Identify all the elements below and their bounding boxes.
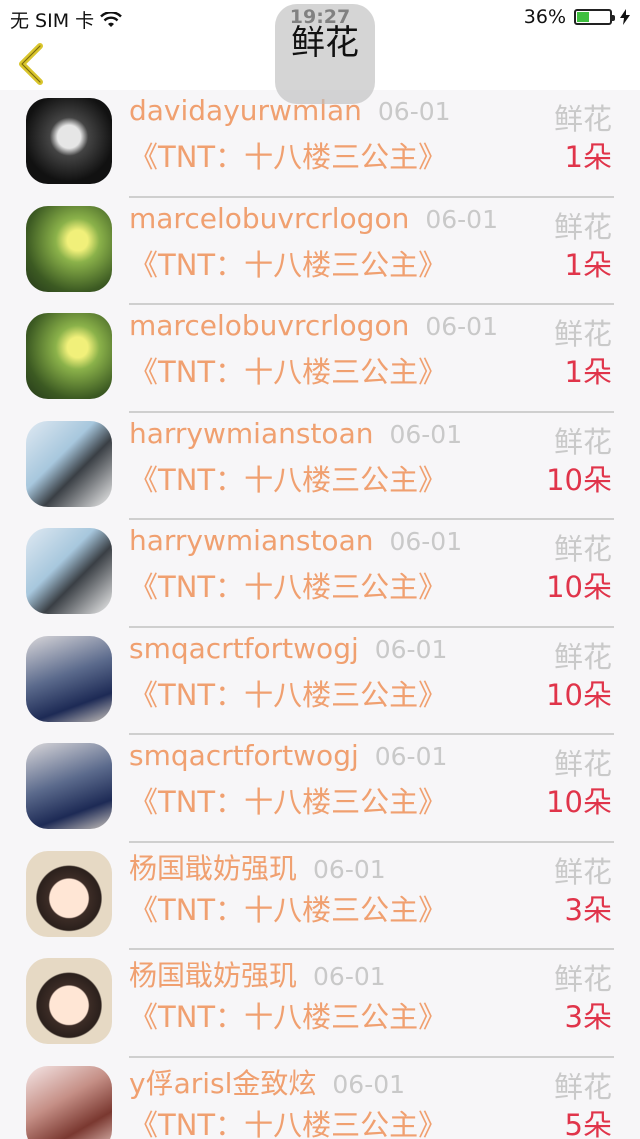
back-button[interactable] — [12, 42, 56, 86]
list-item[interactable]: 杨国戢妨强玑 06-01 《TNT：十八楼三公主》 鲜花 3朵 — [0, 843, 640, 950]
date-label: 06-01 — [377, 97, 451, 126]
book-title: 《TNT：十八楼三公主》 — [129, 892, 448, 927]
gift-type-label: 鲜花 — [553, 1069, 612, 1104]
gift-type-label: 鲜花 — [553, 854, 612, 889]
list-item[interactable]: harrywmianstoan 06-01 《TNT：十八楼三公主》 鲜花 10朵 — [0, 520, 640, 628]
gift-type-label: 鲜花 — [553, 532, 612, 566]
book-title: 《TNT：十八楼三公主》 — [129, 140, 448, 174]
chevron-left-icon — [19, 43, 43, 85]
date-label: 06-01 — [374, 742, 448, 771]
name-line: 杨国戢妨强玑 06-01 — [129, 954, 386, 994]
avatar[interactable] — [26, 1065, 112, 1139]
charging-icon — [620, 9, 630, 25]
status-right: 36% — [524, 6, 630, 28]
name-line: smqacrtfortwogj 06-01 — [129, 632, 447, 665]
gift-type-label: 鲜花 — [553, 962, 612, 996]
book-title: 《TNT：十八楼三公主》 — [129, 247, 448, 282]
date-label: 06-01 — [313, 962, 386, 991]
list-item[interactable]: smqacrtfortwogj 06-01 《TNT：十八楼三公主》 鲜花 10朵 — [0, 735, 640, 843]
username: harrywmianstoan — [129, 524, 374, 557]
date-label: 06-01 — [332, 1069, 406, 1099]
date-label: 06-01 — [425, 312, 498, 341]
book-title: 《TNT：十八楼三公主》 — [129, 570, 448, 604]
avatar[interactable] — [26, 528, 112, 614]
date-label: 06-01 — [389, 419, 463, 449]
gift-list[interactable]: davidayurwmlan 06-01 《TNT：十八楼三公主》 鲜花 1朵 m… — [0, 90, 640, 1139]
list-item[interactable]: davidayurwmlan 06-01 《TNT：十八楼三公主》 鲜花 1朵 — [0, 90, 640, 198]
avatar[interactable] — [26, 958, 112, 1044]
page-title: 鲜花 — [291, 22, 359, 63]
book-title: 《TNT：十八楼三公主》 — [129, 785, 448, 819]
name-line: marcelobuvrcrlogon 06-01 — [129, 202, 498, 235]
avatar[interactable] — [26, 743, 112, 829]
page-title-bubble: 鲜花 — [275, 4, 375, 104]
gift-count: 10朵 — [546, 785, 612, 819]
book-title: 《TNT：十八楼三公主》 — [129, 1000, 448, 1034]
date-label: 06-01 — [425, 204, 498, 234]
date-label: 06-01 — [374, 634, 448, 664]
gift-count: 1朵 — [564, 140, 612, 174]
book-title: 《TNT：十八楼三公主》 — [129, 677, 448, 712]
gift-count: 1朵 — [564, 247, 612, 282]
username: marcelobuvrcrlogon — [129, 309, 410, 342]
gift-count: 1朵 — [564, 355, 612, 389]
username: smqacrtfortwogj — [129, 631, 359, 665]
list-item[interactable]: 杨国戢妨强玑 06-01 《TNT：十八楼三公主》 鲜花 3朵 — [0, 950, 640, 1058]
avatar[interactable] — [26, 420, 112, 507]
date-label: 06-01 — [313, 854, 386, 884]
gift-type-label: 鲜花 — [553, 424, 612, 459]
battery-percent: 36% — [523, 6, 566, 28]
gift-count: 5朵 — [564, 1107, 612, 1139]
book-title: 《TNT：十八楼三公主》 — [129, 462, 448, 497]
gift-type-label: 鲜花 — [553, 209, 612, 244]
list-item[interactable]: y俘arisl金致炫 06-01 《TNT：十八楼三公主》 鲜花 5朵 — [0, 1058, 640, 1139]
avatar[interactable] — [26, 205, 112, 292]
gift-type-label: 鲜花 — [553, 747, 612, 781]
gift-count: 10朵 — [546, 677, 612, 712]
username: y俘arisl金致炫 — [129, 1066, 317, 1100]
username: 杨国戢妨强玑 — [129, 959, 298, 992]
gift-count: 3朵 — [564, 892, 612, 927]
name-line: marcelobuvrcrlogon 06-01 — [129, 309, 498, 342]
avatar[interactable] — [26, 98, 112, 184]
avatar[interactable] — [26, 313, 112, 399]
gift-type-label: 鲜花 — [553, 639, 612, 674]
avatar[interactable] — [26, 635, 112, 722]
name-line: harrywmianstoan 06-01 — [129, 524, 462, 557]
book-title: 《TNT：十八楼三公主》 — [129, 1107, 448, 1139]
username: marcelobuvrcrlogon — [129, 201, 410, 235]
gift-count: 10朵 — [546, 462, 612, 497]
date-label: 06-01 — [389, 527, 463, 556]
name-line: harrywmianstoan 06-01 — [129, 417, 462, 450]
list-item[interactable]: smqacrtfortwogj 06-01 《TNT：十八楼三公主》 鲜花 10朵 — [0, 628, 640, 735]
name-line: 杨国戢妨强玑 06-01 — [129, 847, 386, 887]
username: 杨国戢妨强玑 — [129, 851, 298, 885]
book-title: 《TNT：十八楼三公主》 — [129, 355, 448, 389]
name-line: smqacrtfortwogj 06-01 — [129, 739, 447, 772]
gift-type-label: 鲜花 — [553, 317, 612, 351]
username: smqacrtfortwogj — [129, 739, 359, 772]
name-line: y俘arisl金致炫 06-01 — [129, 1062, 405, 1102]
battery-icon — [574, 9, 615, 25]
gift-type-label: 鲜花 — [553, 102, 612, 136]
list-item[interactable]: marcelobuvrcrlogon 06-01 《TNT：十八楼三公主》 鲜花 … — [0, 305, 640, 413]
list-item[interactable]: marcelobuvrcrlogon 06-01 《TNT：十八楼三公主》 鲜花 … — [0, 198, 640, 305]
avatar[interactable] — [26, 850, 112, 937]
username: harrywmianstoan — [129, 416, 374, 450]
gift-count: 10朵 — [546, 570, 612, 604]
list-item[interactable]: harrywmianstoan 06-01 《TNT：十八楼三公主》 鲜花 10朵 — [0, 413, 640, 520]
gift-count: 3朵 — [564, 1000, 612, 1034]
